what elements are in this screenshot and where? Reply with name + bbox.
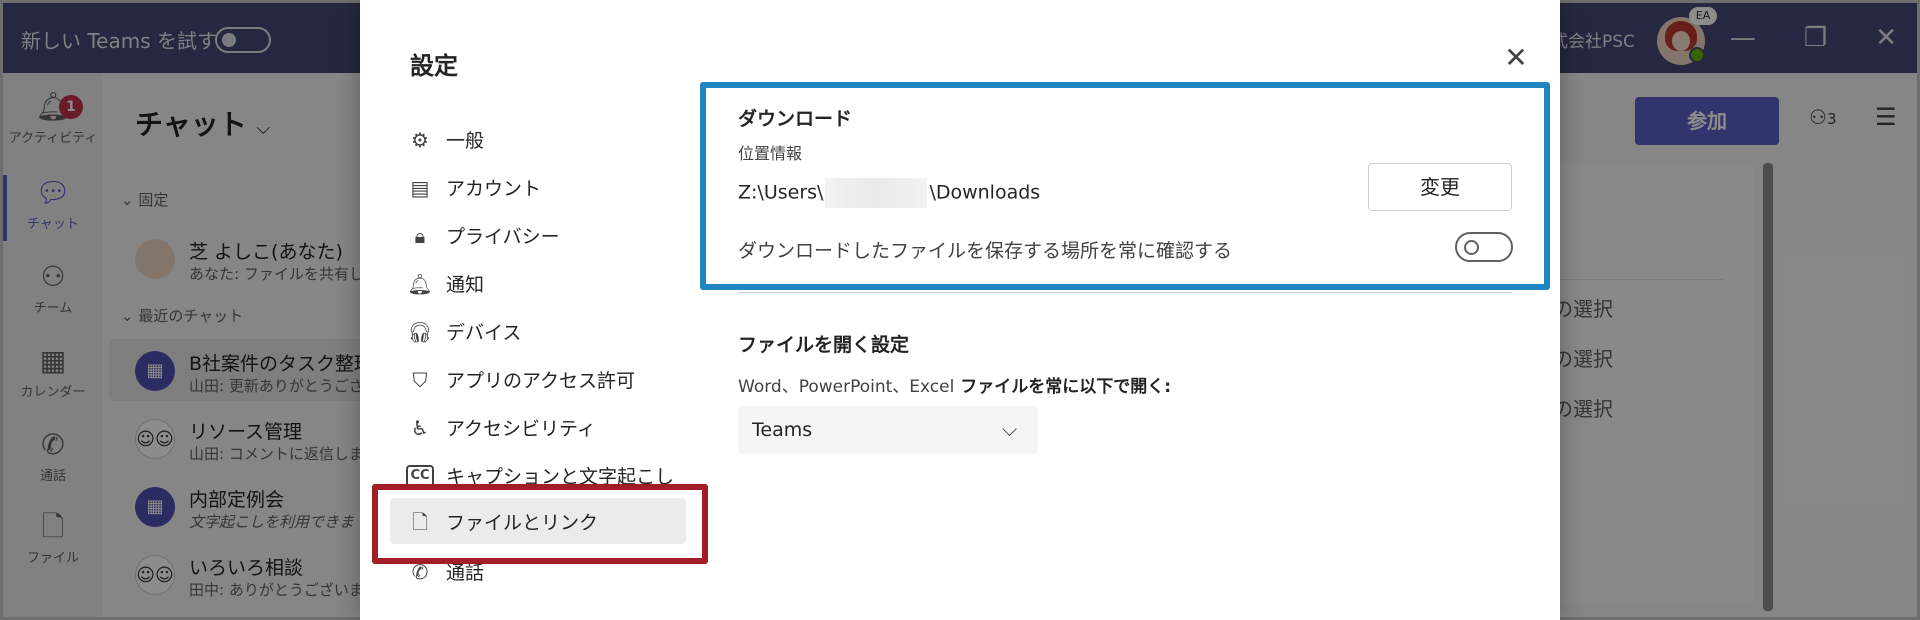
nav-item-account[interactable]: ▤ アカウント	[390, 164, 686, 210]
nav-item-app-permissions[interactable]: ⛉ アプリのアクセス許可	[390, 356, 686, 402]
shield-icon: ⛉	[412, 368, 428, 392]
chevron-down-icon: ⌵	[1002, 417, 1018, 441]
nav-item-privacy[interactable]: 🔒︎ プライバシー	[390, 212, 686, 258]
open-files-with-value: Teams	[752, 419, 813, 441]
nav-item-devices[interactable]: 🎧︎ デバイス	[390, 308, 686, 354]
nav-item-label: 通知	[446, 274, 485, 296]
open-files-rest: ファイルを常に以下で開く:	[954, 377, 1172, 397]
nav-item-accessibility[interactable]: ♿︎ アクセシビリティ	[390, 404, 686, 450]
nav-item-label: アプリのアクセス許可	[446, 370, 636, 392]
gear-icon: ⚙	[411, 128, 429, 152]
accessibility-icon: ♿︎	[411, 416, 429, 440]
headset-icon: 🎧︎	[407, 320, 433, 344]
highlight-files-and-links	[372, 484, 708, 564]
bell-icon: 🔔︎	[407, 272, 433, 296]
nav-item-label: デバイス	[446, 322, 522, 344]
highlight-download-section	[700, 82, 1550, 290]
nav-item-label: プライバシー	[446, 226, 560, 248]
dialog-title: 設定	[410, 52, 458, 80]
nav-item-label: アカウント	[446, 178, 542, 200]
section-divider	[738, 292, 1512, 293]
nav-item-label: アクセシビリティ	[446, 418, 596, 440]
lock-icon: 🔒︎	[414, 224, 426, 248]
open-files-with-select[interactable]: Teams ⌵	[738, 406, 1038, 454]
nav-item-label: 一般	[446, 130, 485, 152]
open-files-section-title: ファイルを開く設定	[738, 334, 910, 356]
id-card-icon: ▤	[410, 176, 430, 200]
close-icon[interactable]: ✕	[1500, 42, 1532, 74]
nav-item-general[interactable]: ⚙ 一般	[390, 116, 686, 162]
open-files-apps: Word、PowerPoint、Excel	[738, 377, 955, 397]
open-files-description: Word、PowerPoint、Excel ファイルを常に以下で開く:	[738, 372, 1171, 397]
nav-item-notifications[interactable]: 🔔︎ 通知	[390, 260, 686, 306]
